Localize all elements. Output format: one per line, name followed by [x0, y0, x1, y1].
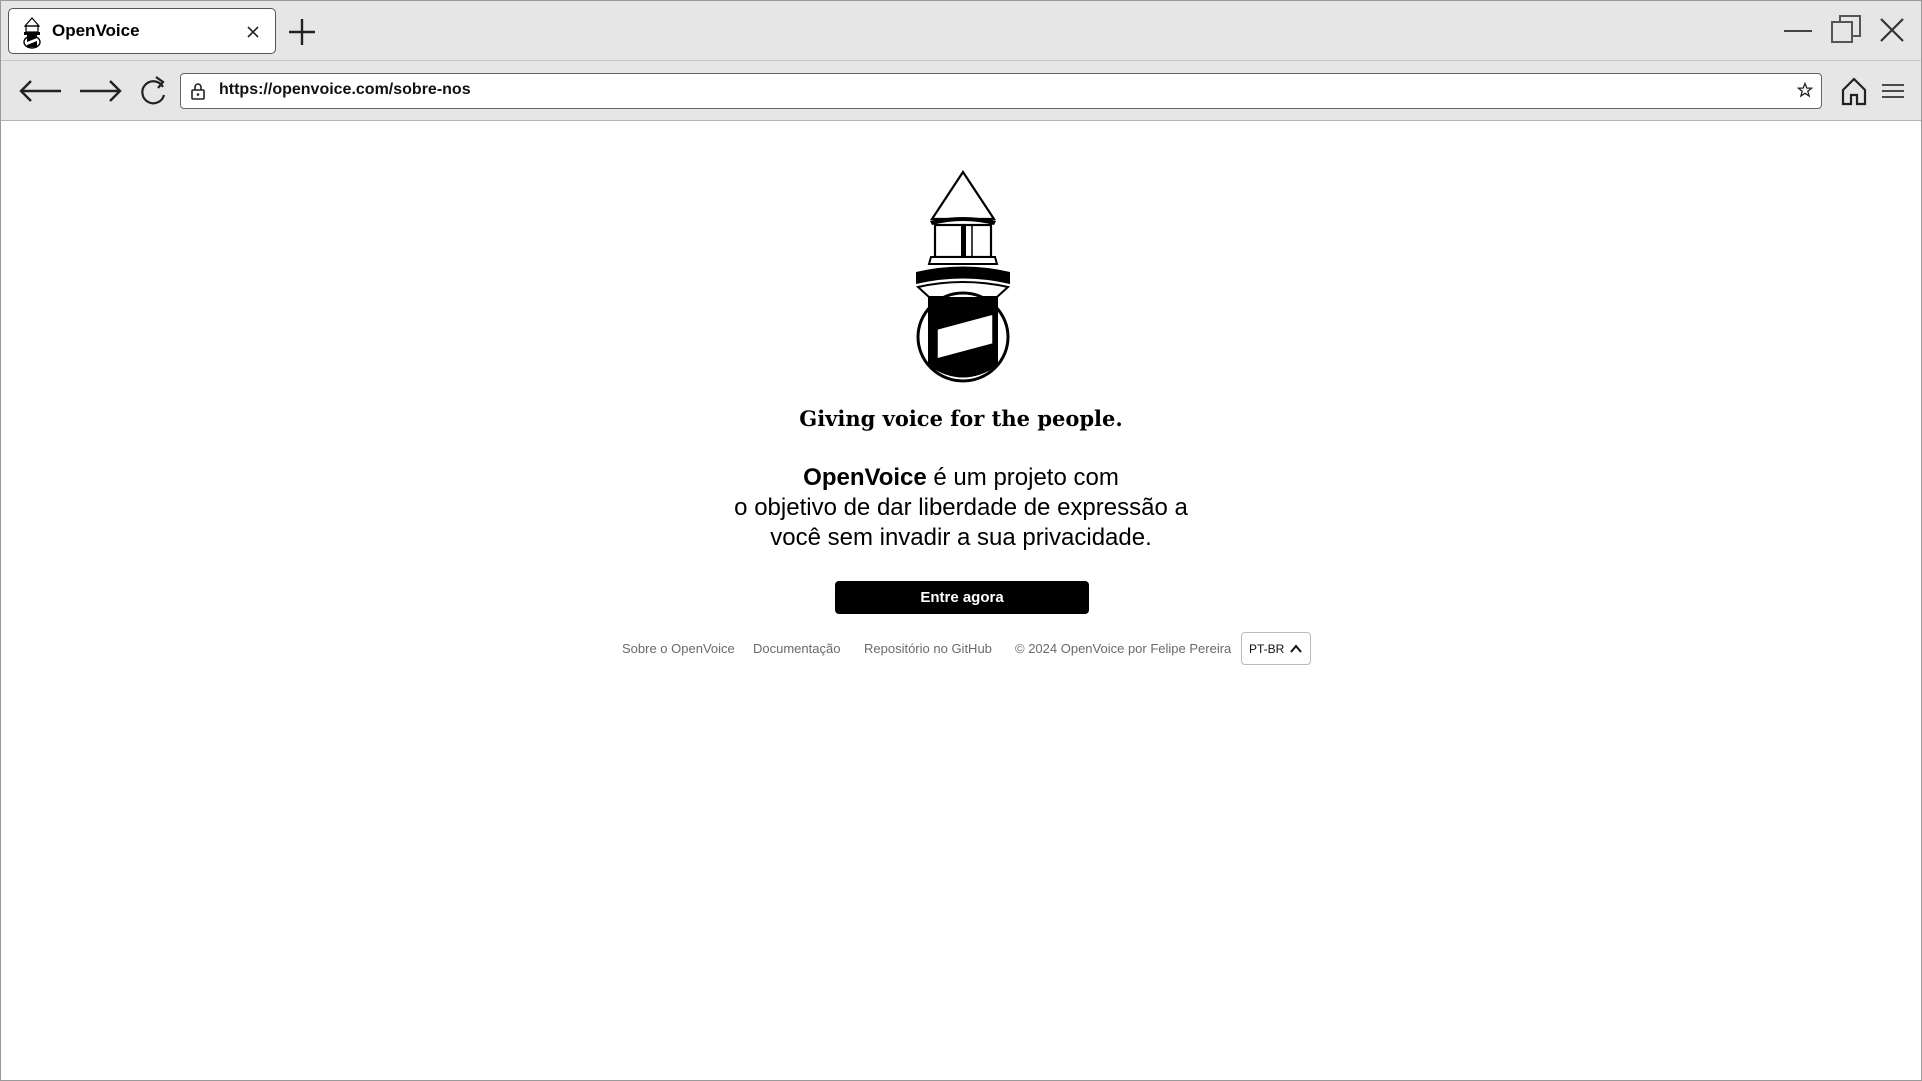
intro-line-2: o objetivo de dar liberdade de expressão…: [734, 494, 1188, 521]
forward-arrow-icon[interactable]: [78, 73, 124, 109]
close-tab-icon[interactable]: [245, 24, 261, 40]
home-icon[interactable]: [1839, 73, 1869, 109]
footer-link-github[interactable]: Repositório no GitHub: [864, 641, 992, 656]
intro-line-1: OpenVoice é um projeto com: [1, 463, 1921, 493]
footer-link-about[interactable]: Sobre o OpenVoice: [622, 641, 735, 656]
language-selector[interactable]: PT-BR: [1241, 632, 1311, 665]
tab-openvoice[interactable]: OpenVoice: [8, 8, 276, 54]
footer-link-docs[interactable]: Documentação: [753, 641, 840, 656]
tab-strip: OpenVoice: [1, 1, 1921, 60]
star-icon[interactable]: [1797, 82, 1813, 98]
back-arrow-icon[interactable]: [17, 73, 63, 109]
lighthouse-icon: [23, 17, 41, 49]
tagline: Giving voice for the people.: [799, 406, 1123, 431]
chevron-up-icon: [1290, 644, 1302, 653]
navigation-bar: [1, 60, 1921, 121]
intro-line-3: você sem invadir a sua privacidade.: [770, 524, 1152, 551]
language-label: PT-BR: [1249, 642, 1285, 656]
tab-title: OpenVoice: [52, 21, 140, 40]
close-icon[interactable]: [1874, 13, 1910, 47]
minimize-icon[interactable]: [1780, 13, 1816, 47]
brand-name: OpenVoice: [803, 464, 927, 491]
reload-icon[interactable]: [137, 73, 169, 109]
plus-icon[interactable]: [287, 17, 317, 47]
intro-line-1-rest: é um projeto com: [926, 464, 1119, 491]
lock-icon: [191, 83, 205, 100]
intro-text: OpenVoice é um projeto com o objetivo de…: [1, 463, 1921, 553]
footer: Sobre o OpenVoice Documentação Repositór…: [1, 632, 1921, 666]
menu-icon[interactable]: [1880, 73, 1906, 109]
maximize-icon[interactable]: [1829, 13, 1865, 47]
address-bar[interactable]: [180, 73, 1822, 109]
copyright-text: © 2024 OpenVoice por Felipe Pereira: [1015, 641, 1232, 656]
page-content: Giving voice for the people. OpenVoice é…: [1, 121, 1921, 1080]
browser-window: OpenVoice https://openvoice.com/sobre-no…: [0, 0, 1922, 1081]
url-input[interactable]: [219, 81, 1719, 99]
lighthouse-icon: [915, 170, 1011, 383]
enter-now-button[interactable]: Entre agora: [835, 581, 1089, 614]
